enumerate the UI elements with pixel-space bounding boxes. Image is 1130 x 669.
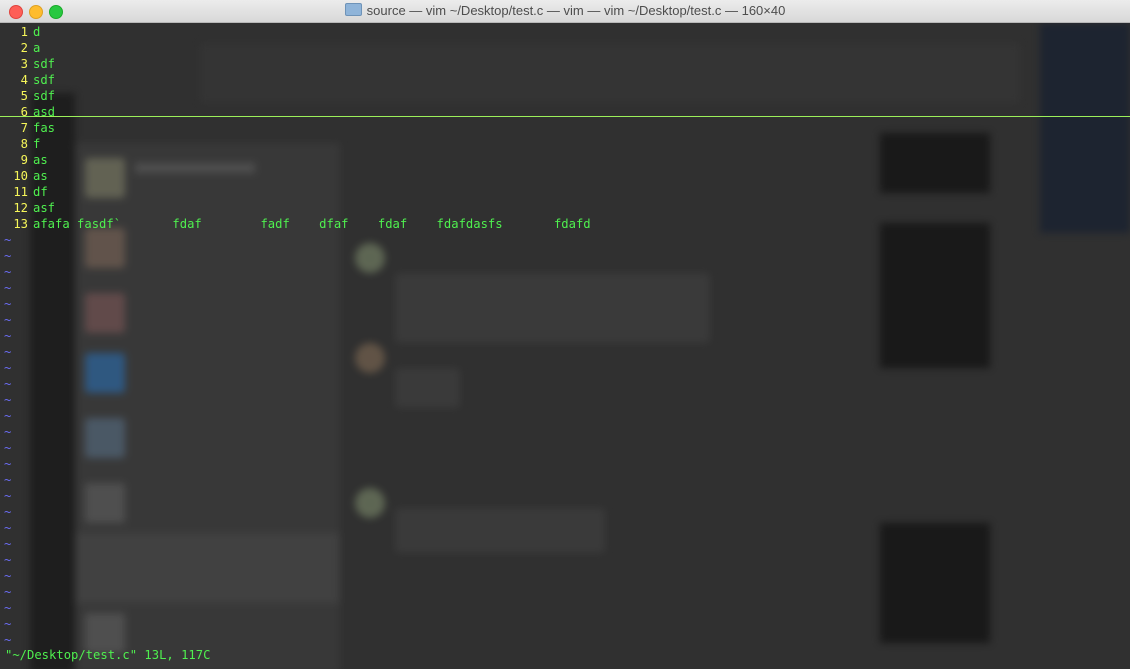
empty-line-tilde: ~: [4, 633, 12, 647]
line-number: 1: [20, 25, 28, 39]
empty-line-tilde: ~: [4, 345, 12, 359]
line-text[interactable]: asf: [33, 201, 55, 215]
window-title: source — vim ~/Desktop/test.c — vim — vi…: [366, 3, 786, 18]
line-text[interactable]: sdf: [33, 73, 55, 87]
line-number: 2: [20, 41, 28, 55]
terminal-window: source — vim ~/Desktop/test.c — vim — vi…: [0, 0, 1130, 669]
line-number: 7: [20, 121, 28, 135]
empty-line-tilde: ~: [4, 361, 12, 375]
editor-line[interactable]: 7 fas: [0, 120, 55, 136]
vim-editor[interactable]: 1 d 2 a 3 sdf 4 sdf 5 sdf 6 asd 7 fas 8 f 9 as 10 as 11 df 12 a…: [0, 24, 1130, 669]
line-number: 5: [20, 89, 28, 103]
line-text[interactable]: as: [33, 169, 48, 183]
empty-line-tilde: ~: [4, 585, 12, 599]
line-text[interactable]: sdf: [33, 89, 55, 103]
empty-line-tilde: ~: [4, 617, 12, 631]
empty-line-tilde: ~: [4, 489, 12, 503]
line-number: 3: [20, 57, 28, 71]
line-text[interactable]: f: [33, 137, 40, 151]
empty-line-tilde: ~: [4, 409, 12, 423]
empty-line-tilde: ~: [4, 377, 12, 391]
empty-line-tilde: ~: [4, 569, 12, 583]
empty-line-tilde: ~: [4, 297, 12, 311]
empty-line-tilde: ~: [4, 457, 12, 471]
editor-line[interactable]: 3 sdf: [0, 56, 55, 72]
empty-line-tilde: ~: [4, 505, 12, 519]
empty-line-tilde: ~: [4, 329, 12, 343]
empty-line-tilde: ~: [4, 537, 12, 551]
line-number: 9: [20, 153, 28, 167]
cursor-line-highlight: [0, 116, 1130, 117]
line-number: 10: [13, 169, 28, 183]
line-text[interactable]: df: [33, 185, 48, 199]
line-text[interactable]: fas: [33, 121, 55, 135]
window-title-container: source — vim ~/Desktop/test.c — vim — vi…: [0, 0, 1130, 22]
line-number: 12: [13, 201, 28, 215]
title-bar[interactable]: source — vim ~/Desktop/test.c — vim — vi…: [0, 0, 1130, 23]
empty-line-tilde: ~: [4, 441, 12, 455]
empty-line-tilde: ~: [4, 425, 12, 439]
editor-line[interactable]: 1d: [0, 24, 41, 40]
line-number: 8: [20, 137, 28, 151]
empty-line-tilde: ~: [4, 313, 12, 327]
editor-line[interactable]: 12 asf: [0, 200, 55, 216]
line-number: 13: [13, 217, 28, 231]
document-icon: [344, 3, 362, 16]
empty-line-tilde: ~: [4, 521, 12, 535]
line-text[interactable]: a: [33, 41, 40, 55]
editor-line[interactable]: 2a: [0, 40, 41, 56]
empty-line-tilde: ~: [4, 265, 12, 279]
line-text[interactable]: afafa fasdf` fdaf fadf dfaf fdaf fdafdas…: [33, 217, 591, 231]
editor-line[interactable]: 13 afafa fasdf` fdaf fadf dfaf fdaf fdafd…: [0, 216, 591, 232]
line-text[interactable]: d: [33, 25, 40, 39]
empty-line-tilde: ~: [4, 553, 12, 567]
empty-line-tilde: ~: [4, 601, 12, 615]
editor-line[interactable]: 5 sdf: [0, 88, 55, 104]
line-text[interactable]: sdf: [33, 57, 55, 71]
empty-line-tilde: ~: [4, 233, 12, 247]
empty-line-tilde: ~: [4, 249, 12, 263]
status-line: "~/Desktop/test.c" 13L, 117C: [5, 648, 211, 662]
empty-line-tilde: ~: [4, 281, 12, 295]
line-number: 6: [20, 105, 28, 119]
line-text[interactable]: as: [33, 153, 48, 167]
editor-line[interactable]: 4 sdf: [0, 72, 55, 88]
empty-line-tilde: ~: [4, 393, 12, 407]
line-number: 11: [13, 185, 28, 199]
empty-line-tilde: ~: [4, 473, 12, 487]
editor-line[interactable]: 9 as: [0, 152, 48, 168]
editor-line[interactable]: 11 df: [0, 184, 48, 200]
editor-line[interactable]: 8f: [0, 136, 41, 152]
editor-line[interactable]: 10 as: [0, 168, 48, 184]
editor-line[interactable]: 6 asd: [0, 104, 55, 120]
line-number: 4: [20, 73, 28, 87]
